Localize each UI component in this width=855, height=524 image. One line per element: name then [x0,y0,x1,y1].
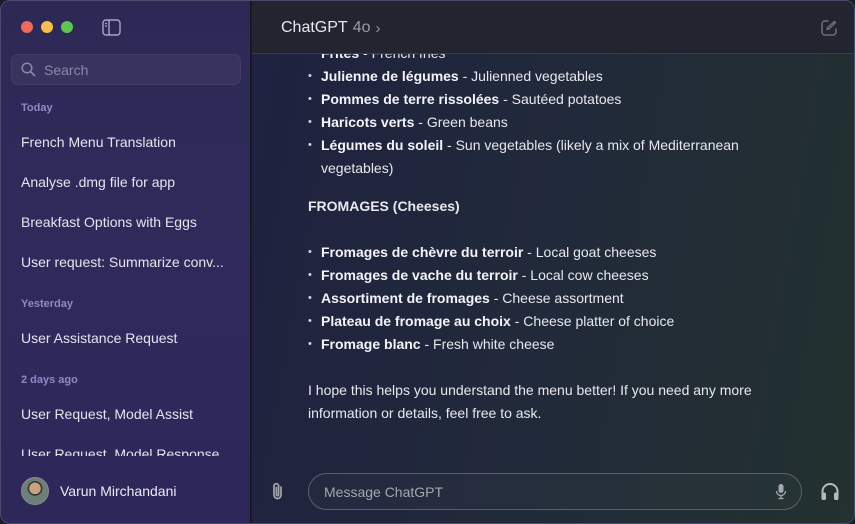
french-term: Fromage blanc [321,336,421,352]
conversation-item[interactable]: User Request, Model Assist [21,406,236,422]
conversation-item[interactable]: User Request, Model Response [21,446,236,456]
translation: Cheese platter of choice [523,313,675,329]
model-name: 4o [352,19,371,36]
french-term: Légumes du soleil [321,137,444,153]
translation: Local cow cheeses [530,267,649,283]
french-term: Assortiment de fromages [321,290,490,306]
chat-header: ChatGPT 4o › [252,1,854,54]
french-term: Haricots verts [321,114,415,130]
conversation-item[interactable]: User Assistance Request [21,330,236,346]
section-heading: FROMAGES (Cheeses) [308,198,460,214]
translation: Julienned vegetables [471,68,603,84]
section-label-2-days-ago: 2 days ago [21,374,78,386]
list-item: Fromage blanc - Fresh white cheese [308,333,808,356]
chat-pane: ChatGPT 4o › Frites - French fries Julie… [252,1,854,523]
french-term: Julienne de légumes [321,68,459,84]
list-item: Haricots verts - Green beans [308,111,808,134]
conversation-item[interactable]: User request: Summarize conv... [21,254,236,270]
chatgpt-window: Today French Menu Translation Analyse .d… [0,0,855,524]
avatar [21,477,49,505]
conversation-item[interactable]: French Menu Translation [21,134,236,150]
new-chat-icon[interactable] [820,19,838,37]
app-title: ChatGPT [281,19,348,36]
user-name: Varun Mirchandani [60,483,177,499]
list-item: Assortiment de fromages - Cheese assortm… [308,287,808,310]
section-label-yesterday: Yesterday [21,298,73,310]
search-input[interactable] [44,61,224,78]
conversation-item[interactable]: Breakfast Options with Eggs [21,214,236,230]
message-input[interactable] [324,483,775,500]
user-profile[interactable]: Varun Mirchandani [21,477,176,505]
sidebar: Today French Menu Translation Analyse .d… [1,1,251,523]
traffic-lights [21,21,73,33]
model-selector[interactable]: ChatGPT 4o › [281,19,380,37]
french-term: Fromages de vache du terroir [321,267,518,283]
paperclip-icon[interactable] [270,481,286,501]
search-field[interactable] [11,54,241,85]
list-item: Légumes du soleil - Sun vegetables (like… [308,134,808,180]
assistant-message: Frites - French fries Julienne de légume… [308,54,808,454]
vegetable-list: Julienne de légumes - Julienned vegetabl… [308,65,808,180]
translation: Green beans [426,114,508,130]
close-window-button[interactable] [21,21,33,33]
headphones-icon[interactable] [820,482,840,501]
cheese-list: Fromages de chèvre du terroir - Local go… [308,241,808,356]
microphone-icon[interactable] [775,483,787,500]
translation: Sautéed potatoes [511,91,622,107]
list-item: Plateau de fromage au choix - Cheese pla… [308,310,808,333]
conversation-item[interactable]: Analyse .dmg file for app [21,174,236,190]
list-item: Julienne de légumes - Julienned vegetabl… [308,65,808,88]
translation: Fresh white cheese [433,336,555,352]
closing-paragraph: I hope this helps you understand the men… [308,382,752,421]
minimize-window-button[interactable] [41,21,53,33]
section-label-today: Today [21,102,53,114]
list-item: Fromages de vache du terroir - Local cow… [308,264,808,287]
message-composer[interactable] [308,473,802,510]
list-item: Frites - French fries [308,54,808,65]
search-icon [21,62,36,77]
list-item: Pommes de terre rissolées - Sautéed pota… [308,88,808,111]
translation: Local goat cheeses [535,244,657,260]
sidebar-toggle-icon[interactable] [102,19,121,36]
zoom-window-button[interactable] [61,21,73,33]
list-item: Fromages de chèvre du terroir - Local go… [308,241,808,264]
translation: Cheese assortment [502,290,624,306]
chevron-right-icon: › [375,19,381,37]
french-term: Fromages de chèvre du terroir [321,244,524,260]
french-term: Pommes de terre rissolées [321,91,500,107]
french-term: Plateau de fromage au choix [321,313,511,329]
